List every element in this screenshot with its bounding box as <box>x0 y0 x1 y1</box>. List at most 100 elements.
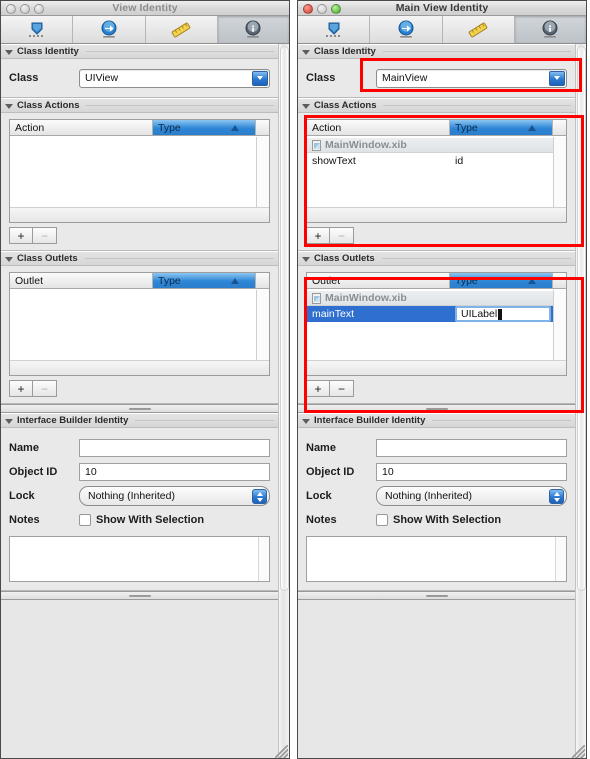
outlet-type-input[interactable]: UILabel <box>455 306 551 322</box>
class-combo-box[interactable]: UIView <box>79 68 270 88</box>
stepper-icon[interactable] <box>252 489 267 504</box>
stepper-icon[interactable] <box>549 489 564 504</box>
lock-select[interactable]: Nothing (Inherited) <box>79 486 270 506</box>
class-combo-box[interactable]: MainView <box>376 68 567 88</box>
inspector-tab-bar[interactable] <box>1 16 289 44</box>
class-actions-table[interactable]: Action Type <box>306 119 567 223</box>
section-header-class-outlets[interactable]: Class Outlets <box>298 251 575 266</box>
outlet-name-cell[interactable]: mainText <box>307 308 450 320</box>
window-controls[interactable] <box>303 4 341 14</box>
zoom-button-icon[interactable] <box>34 4 44 14</box>
window-resize-grip[interactable] <box>275 745 288 758</box>
table-body[interactable] <box>10 137 256 206</box>
close-button-icon[interactable] <box>6 4 16 14</box>
column-header-action[interactable]: Action <box>10 120 153 135</box>
table-header[interactable]: Action Type <box>307 120 566 136</box>
add-action-button[interactable]: + <box>9 227 33 244</box>
table-body[interactable]: MainWindow.xib mainText UILabel <box>307 290 553 359</box>
inspector-window-view-identity[interactable]: View Identity Class Identity Class UIVie… <box>0 0 290 759</box>
pane-splitter-bottom[interactable] <box>298 591 575 600</box>
disclosure-triangle-icon[interactable] <box>302 418 310 424</box>
minimize-button-icon[interactable] <box>317 4 327 14</box>
disclosure-triangle-icon[interactable] <box>5 418 13 424</box>
class-actions-buttons[interactable]: + − <box>298 227 575 250</box>
section-header-class-outlets[interactable]: Class Outlets <box>1 251 278 266</box>
object-id-input[interactable]: 10 <box>79 463 270 481</box>
scrollbar-thumb[interactable] <box>280 46 289 591</box>
table-header[interactable]: Outlet Type <box>307 273 566 289</box>
table-body[interactable]: MainWindow.xib showText id <box>307 137 553 206</box>
column-header-type[interactable]: Type <box>153 273 256 288</box>
close-button-icon[interactable] <box>303 4 313 14</box>
chevron-down-icon[interactable] <box>252 70 268 86</box>
show-with-selection-checkbox[interactable] <box>376 514 388 526</box>
class-actions-table[interactable]: Action Type <box>9 119 270 223</box>
notes-scrollbar[interactable] <box>258 537 269 581</box>
notes-textarea[interactable] <box>306 536 567 582</box>
section-header-class-actions[interactable]: Class Actions <box>1 98 278 113</box>
column-header-type[interactable]: Type <box>450 120 553 135</box>
class-outlets-table[interactable]: Outlet Type <box>306 272 567 376</box>
section-header-class-identity[interactable]: Class Identity <box>1 44 278 59</box>
window-titlebar[interactable]: Main View Identity <box>298 1 586 16</box>
class-outlets-buttons[interactable]: + − <box>1 380 278 403</box>
disclosure-triangle-icon[interactable] <box>5 256 13 262</box>
table-header[interactable]: Outlet Type <box>10 273 269 289</box>
name-input[interactable] <box>376 439 567 457</box>
column-header-outlet[interactable]: Outlet <box>307 273 450 288</box>
zoom-button-icon[interactable] <box>331 4 341 14</box>
pane-splitter[interactable] <box>298 404 575 413</box>
add-outlet-button[interactable]: + <box>9 380 33 397</box>
window-scrollbar[interactable] <box>278 44 289 758</box>
inspector-window-main-view-identity[interactable]: Main View Identity Class Identity Class … <box>297 0 587 759</box>
column-header-action[interactable]: Action <box>307 120 450 135</box>
table-group-row[interactable]: MainWindow.xib <box>307 137 553 153</box>
minimize-button-icon[interactable] <box>20 4 30 14</box>
action-type-cell[interactable]: id <box>450 155 553 167</box>
tab-attributes[interactable] <box>1 16 74 43</box>
tab-connections[interactable] <box>73 16 146 43</box>
object-id-input[interactable]: 10 <box>376 463 567 481</box>
class-actions-buttons[interactable]: + − <box>1 227 278 250</box>
notes-textarea[interactable] <box>9 536 270 582</box>
notes-scrollbar[interactable] <box>555 537 566 581</box>
section-header-class-actions[interactable]: Class Actions <box>298 98 575 113</box>
tab-identity[interactable] <box>514 16 586 43</box>
window-controls[interactable] <box>6 4 44 14</box>
tab-connections[interactable] <box>370 16 443 43</box>
disclosure-triangle-icon[interactable] <box>5 103 13 109</box>
disclosure-triangle-icon[interactable] <box>302 256 310 262</box>
action-name-cell[interactable]: showText <box>307 155 450 167</box>
add-action-button[interactable]: + <box>306 227 330 244</box>
column-header-outlet[interactable]: Outlet <box>10 273 153 288</box>
tab-size[interactable] <box>146 16 218 43</box>
lock-select[interactable]: Nothing (Inherited) <box>376 486 567 506</box>
class-outlets-table[interactable]: Outlet Type <box>9 272 270 376</box>
show-with-selection-checkbox[interactable] <box>79 514 91 526</box>
class-outlets-buttons[interactable]: + − <box>298 380 575 403</box>
pane-splitter[interactable] <box>1 404 278 413</box>
disclosure-triangle-icon[interactable] <box>302 49 310 55</box>
table-row[interactable]: mainText UILabel <box>307 306 553 322</box>
remove-outlet-button[interactable]: − <box>330 380 354 397</box>
disclosure-triangle-icon[interactable] <box>302 103 310 109</box>
table-group-row[interactable]: MainWindow.xib <box>307 290 553 306</box>
section-header-ib-identity[interactable]: Interface Builder Identity <box>298 413 575 428</box>
column-header-type[interactable]: Type <box>153 120 256 135</box>
show-with-selection-row[interactable]: Show With Selection <box>376 514 567 526</box>
name-input[interactable] <box>79 439 270 457</box>
window-resize-grip[interactable] <box>572 745 585 758</box>
table-header[interactable]: Action Type <box>10 120 269 136</box>
window-scrollbar[interactable] <box>575 44 586 758</box>
scrollbar-thumb[interactable] <box>577 46 586 591</box>
table-row[interactable]: showText id <box>307 153 553 169</box>
disclosure-triangle-icon[interactable] <box>5 49 13 55</box>
chevron-down-icon[interactable] <box>549 70 565 86</box>
tab-size[interactable] <box>443 16 515 43</box>
show-with-selection-row[interactable]: Show With Selection <box>79 514 270 526</box>
add-outlet-button[interactable]: + <box>306 380 330 397</box>
pane-splitter-bottom[interactable] <box>1 591 278 600</box>
inspector-tab-bar[interactable] <box>298 16 586 44</box>
tab-identity[interactable] <box>217 16 289 43</box>
column-header-type[interactable]: Type <box>450 273 553 288</box>
